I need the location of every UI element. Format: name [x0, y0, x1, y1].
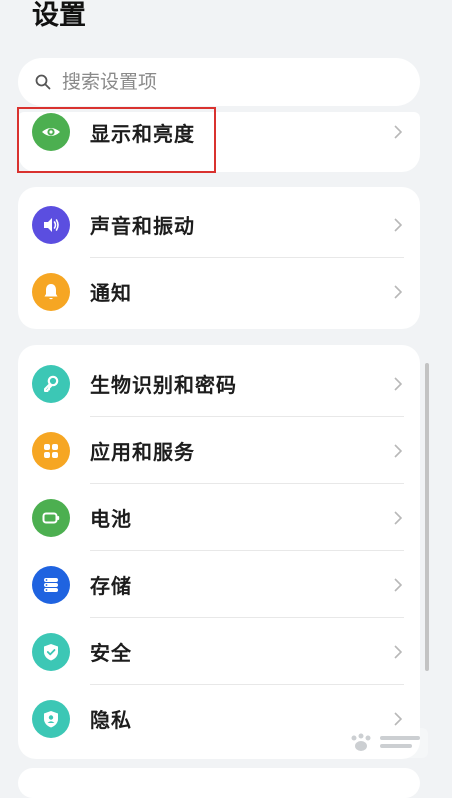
page-title: 设置: [32, 0, 86, 31]
settings-item-label: 声音和振动: [90, 214, 195, 238]
highlight-annotation: [17, 107, 216, 173]
chevron-right-icon: [392, 509, 404, 527]
settings-item-storage[interactable]: 存储: [18, 551, 420, 618]
chevron-right-icon: [392, 283, 404, 301]
search-input[interactable]: [60, 70, 364, 94]
settings-item-notifications[interactable]: 通知: [18, 258, 420, 325]
scrollbar[interactable]: [425, 363, 429, 671]
apps-grid-icon: [32, 431, 70, 470]
settings-group-main: 生物识别和密码 应用和服务 电池 存储 安全 隐私: [18, 345, 420, 759]
settings-item-label: 应用和服务: [90, 440, 195, 464]
settings-item-label: 通知: [90, 281, 132, 305]
settings-item-apps-services[interactable]: 应用和服务: [18, 417, 420, 484]
settings-item-label: 安全: [90, 641, 132, 665]
privacy-shield-icon: [32, 699, 70, 738]
key-icon: [32, 364, 70, 403]
chevron-right-icon: [392, 123, 404, 141]
storage-icon: [32, 565, 70, 604]
settings-item-security[interactable]: 安全: [18, 618, 420, 685]
settings-item-label: 存储: [90, 574, 132, 598]
chevron-right-icon: [392, 643, 404, 661]
speaker-icon: [32, 205, 70, 244]
shield-check-icon: [32, 632, 70, 671]
settings-item-biometrics-password[interactable]: 生物识别和密码: [18, 350, 420, 417]
chevron-right-icon: [392, 442, 404, 460]
chevron-right-icon: [392, 375, 404, 393]
search-icon: [34, 73, 52, 91]
chevron-right-icon: [392, 710, 404, 728]
settings-item-sound-vibration[interactable]: 声音和振动: [18, 191, 420, 258]
watermark-logo-icon: [336, 728, 428, 758]
chevron-right-icon: [392, 576, 404, 594]
settings-item-label: 生物识别和密码: [90, 373, 237, 397]
settings-group-sound: 声音和振动 通知: [18, 187, 420, 329]
settings-item-battery[interactable]: 电池: [18, 484, 420, 551]
settings-item-label: 电池: [90, 507, 132, 531]
search-bar[interactable]: [18, 58, 420, 106]
chevron-right-icon: [392, 216, 404, 234]
settings-item-label: 隐私: [90, 708, 132, 732]
next-settings-group: [18, 768, 420, 798]
battery-icon: [32, 498, 70, 537]
bell-icon: [32, 272, 70, 311]
